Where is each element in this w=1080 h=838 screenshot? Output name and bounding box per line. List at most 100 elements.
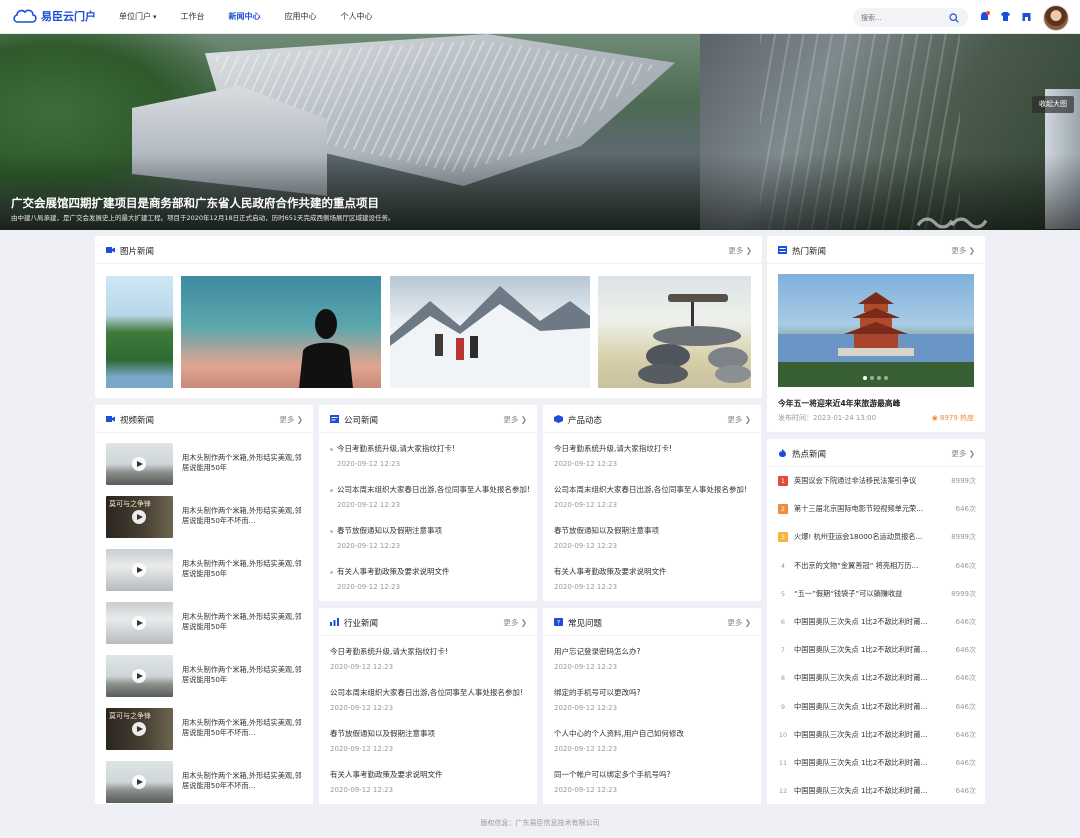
hotspot-count: 646次 — [955, 505, 976, 514]
building-icon[interactable] — [1020, 10, 1033, 23]
list-item[interactable]: 公司本周末组织大家春日出游,各位同事至人事处报名参加! 2020-09-12 12… — [330, 687, 523, 712]
logo[interactable]: 易臣云门户 — [12, 8, 96, 24]
picture-news-image-silhouette[interactable] — [181, 276, 381, 388]
snow-mountain-image — [390, 286, 590, 388]
list-item[interactable]: 春节放假通知以及假期注意事项 2020-09-12 12:23 — [330, 525, 442, 550]
list-item[interactable]: 今日考勤系统升级,请大家指纹打卡! 2020-09-12 12:23 — [330, 443, 455, 468]
video-title[interactable]: 用木头制作两个米箱,外形结实美观,邻居说能用50年 — [182, 559, 307, 579]
play-icon[interactable] — [132, 775, 146, 789]
play-icon[interactable] — [132, 669, 146, 683]
hotspot-row[interactable]: 7 中国国奥队三次失点 1比2不敌比利时莆... 646次 — [778, 644, 976, 658]
picture-news-image-river[interactable] — [106, 276, 173, 388]
more-link[interactable]: 更多 ❯ — [951, 245, 975, 256]
bell-icon[interactable] — [978, 10, 991, 23]
video-thumbnail[interactable] — [106, 602, 173, 644]
video-thumbnail[interactable] — [106, 655, 173, 697]
picture-news-image-mountain[interactable] — [390, 276, 590, 388]
more-link[interactable]: 更多 ❯ — [727, 414, 751, 425]
card-title: 图片新闻 — [120, 247, 155, 257]
list-item[interactable]: 公司本周末组织大家春日出游,各位同事至人事处报名参加! 2020-09-12 12… — [330, 484, 530, 509]
hot-news-image-pavilion[interactable] — [778, 274, 974, 387]
list-item-title: 春节放假通知以及假期注意事项 — [554, 526, 659, 535]
video-thumbnail[interactable]: 莫可与之争锋 — [106, 496, 173, 538]
more-link[interactable]: 更多 ❯ — [503, 617, 527, 628]
more-link[interactable]: 更多 ❯ — [279, 414, 303, 425]
hotspot-row[interactable]: 3 火爆! 杭州亚运会18000名运动员报名... 8999次 — [778, 531, 976, 545]
video-title[interactable]: 用木头制作两个米箱,外形结实美观,邻居说能用50年 — [182, 612, 307, 632]
list-item[interactable]: 有关人事考勤政策及要求说明文件 2020-09-12 12:23 — [554, 566, 667, 591]
carousel-dot[interactable] — [870, 376, 874, 380]
hotspot-row[interactable]: 9 中国国奥队三次失点 1比2不敌比利时莆... 646次 — [778, 701, 976, 715]
list-item-date: 2020-09-12 12:23 — [554, 583, 618, 591]
video-thumbnail[interactable] — [106, 549, 173, 591]
hotspot-count: 646次 — [955, 730, 976, 739]
shirt-icon[interactable] — [999, 10, 1012, 23]
more-link[interactable]: 更多 ❯ — [728, 245, 752, 256]
hotspot-row[interactable]: 8 中国国奥队三次失点 1比2不敌比利时莆... 646次 — [778, 672, 976, 686]
rank-badge: 7 — [780, 646, 786, 655]
hotspot-count: 646次 — [955, 702, 976, 711]
carousel-dot[interactable] — [877, 376, 881, 380]
video-thumbnail[interactable] — [106, 443, 173, 485]
list-item-text: 公司本周末组织大家春日出游,各位同事至人事处报名参加! — [337, 485, 530, 494]
hotspot-row[interactable]: 11 中国国奥队三次失点 1比2不敌比利时莆... 646次 — [778, 757, 976, 771]
play-icon[interactable] — [132, 510, 146, 524]
nav-workbench[interactable]: 工作台 — [172, 0, 214, 34]
list-item[interactable]: 有关人事考勤政策及要求说明文件 2020-09-12 12:23 — [330, 769, 443, 794]
search-icon[interactable] — [949, 12, 959, 23]
list-item-text: 今日考勤系统升级,请大家指纹打卡! — [337, 444, 455, 453]
list-item[interactable]: 今日考勤系统升级,请大家指纹打卡! 2020-09-12 12:23 — [330, 646, 448, 671]
list-item[interactable]: 春节放假通知以及假期注意事项 2020-09-12 12:23 — [554, 525, 659, 550]
video-title[interactable]: 用木头制作两个米箱,外形结实美观,邻居说能用50年不坏而... — [182, 771, 307, 791]
list-item[interactable]: 同一个帐户可以绑定多个手机号吗? 2020-09-12 12:23 — [554, 769, 670, 794]
hotspot-row[interactable]: 1 英国议会下院通过非法移民法案引争议 8999次 — [778, 475, 976, 489]
card-title: 常见问题 — [568, 619, 603, 629]
hotspot-row[interactable]: 5 “五一”假期“钱袋子”可以躺赚收益 8999次 — [778, 588, 976, 602]
list-item[interactable]: 绑定的手机号可以更改吗? 2020-09-12 12:23 — [554, 687, 640, 712]
hotspot-row[interactable]: 4 不出京的文物“金翼善冠” 将亮相万历... 646次 — [778, 560, 976, 574]
video-camera-icon — [106, 247, 115, 253]
banner-title[interactable]: 广交会展馆四期扩建项目是商务部和广东省人民政府合作共建的重点项目 — [11, 195, 379, 211]
more-link[interactable]: 更多 ❯ — [727, 617, 751, 628]
avatar[interactable] — [1043, 5, 1069, 31]
play-icon[interactable] — [132, 722, 146, 736]
carousel-dot[interactable] — [863, 376, 867, 380]
list-item-title: 公司本周末组织大家春日出游,各位同事至人事处报名参加! — [330, 688, 523, 697]
hotspot-row[interactable]: 10 中国国奥队三次失点 1比2不敌比利时莆... 646次 — [778, 729, 976, 743]
video-thumbnail[interactable] — [106, 761, 173, 803]
picture-news-image-balance-stones[interactable] — [598, 276, 751, 388]
list-item[interactable]: 个人中心的个人资料,用户自己如何修改 2020-09-12 12:23 — [554, 728, 684, 753]
play-icon[interactable] — [132, 563, 146, 577]
more-link[interactable]: 更多 ❯ — [503, 414, 527, 425]
list-item[interactable]: 今日考勤系统升级,请大家指纹打卡! 2020-09-12 12:23 — [554, 443, 672, 468]
video-thumbnail[interactable]: 莫可与之争锋 — [106, 708, 173, 750]
nav-label: 单位门户 — [119, 12, 151, 21]
list-item[interactable]: 有关人事考勤政策及要求说明文件 2020-09-12 12:23 — [330, 566, 450, 591]
card-header: 图片新闻 更多 ❯ — [95, 236, 762, 264]
hotspot-row[interactable]: 12 中国国奥队三次失点 1比2不敌比利时莆... 646次 — [778, 785, 976, 799]
carousel-dot[interactable] — [884, 376, 888, 380]
list-item[interactable]: 春节放假通知以及假期注意事项 2020-09-12 12:23 — [330, 728, 435, 753]
list-item[interactable]: 公司本周末组织大家春日出游,各位同事至人事处报名参加! 2020-09-12 12… — [554, 484, 747, 509]
hot-news-headline[interactable]: 今年五一将迎来近4年来旅游最高峰 — [778, 398, 900, 409]
hotspot-title: 火爆! 杭州亚运会18000名运动员报名... — [794, 532, 923, 542]
list-item[interactable]: 用户忘记登录密码怎么办? 2020-09-12 12:23 — [554, 646, 640, 671]
video-title[interactable]: 用木头制作两个米箱,外形结实美观,邻居说能用50年不坏而... — [182, 718, 307, 738]
card-header: 产品动态 更多 ❯ — [543, 405, 761, 433]
collapse-banner-button[interactable]: 收起大图 — [1032, 96, 1074, 113]
more-link[interactable]: 更多 ❯ — [951, 448, 975, 459]
nav-personal-center[interactable]: 个人中心 — [332, 0, 382, 34]
play-icon[interactable] — [132, 457, 146, 471]
nav-news-center[interactable]: 新闻中心 — [220, 0, 270, 34]
video-title[interactable]: 用木头制作两个米箱,外形结实美观,邻居说能用50年不坏而... — [182, 506, 307, 526]
hotspot-row[interactable]: 2 第十三届北京国际电影节短视频单元荣... 646次 — [778, 503, 976, 517]
nav-unit-portal[interactable]: 单位门户 ▾ — [110, 0, 166, 34]
hotspot-row[interactable]: 6 中国国奥队三次失点 1比2不敌比利时莆... 646次 — [778, 616, 976, 630]
video-title[interactable]: 用木头制作两个米箱,外形结实美观,邻居说能用50年 — [182, 665, 307, 685]
list-item-title: 用户忘记登录密码怎么办? — [554, 647, 641, 656]
hero-banner[interactable]: 〜〜 广交会展馆四期扩建项目是商务部和广东省人民政府合作共建的重点项目 由中建八… — [0, 34, 1080, 230]
play-icon[interactable] — [132, 616, 146, 630]
nav-app-center[interactable]: 应用中心 — [276, 0, 326, 34]
search-input[interactable] — [861, 13, 949, 22]
video-title[interactable]: 用木头制作两个米箱,外形结实美观,邻居说能用50年 — [182, 453, 307, 473]
